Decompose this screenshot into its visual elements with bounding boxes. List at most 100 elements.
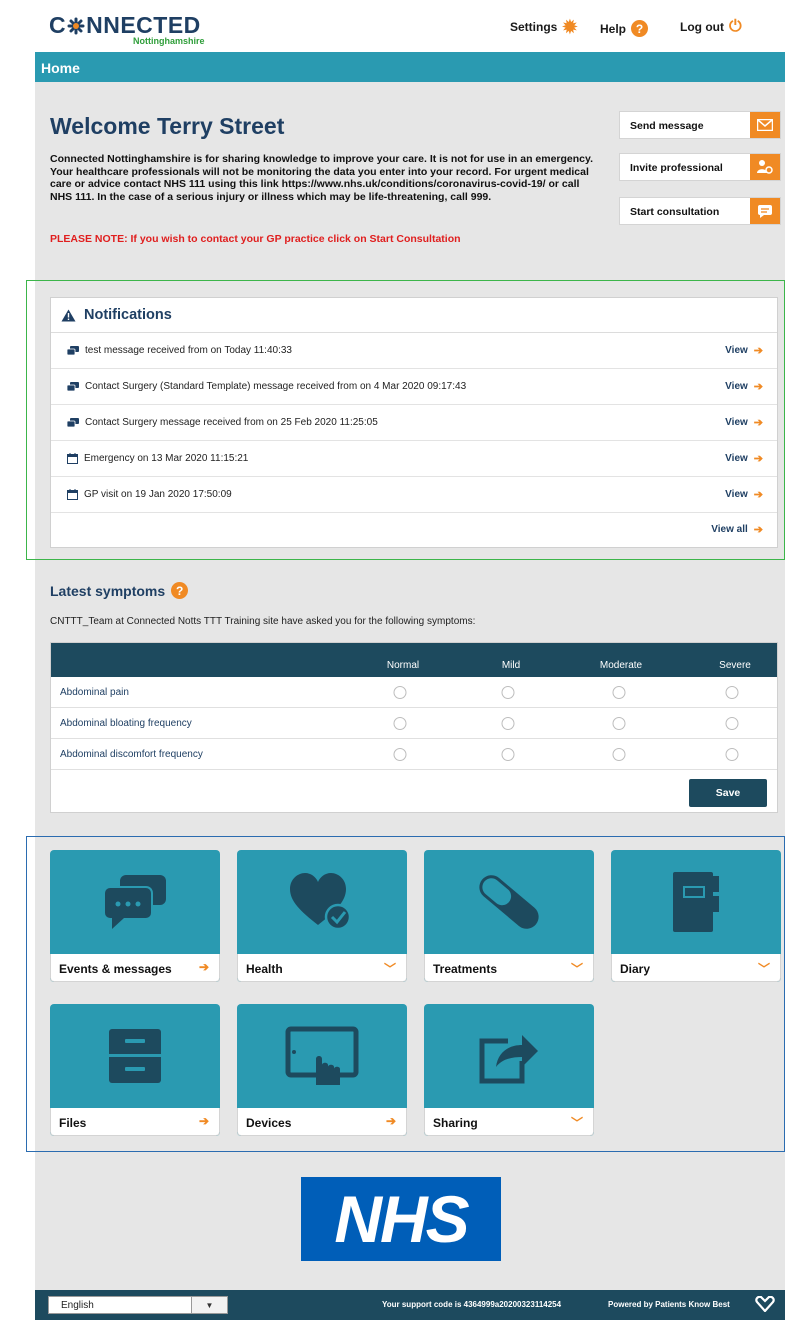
view-label: View bbox=[725, 417, 748, 428]
tile-treatments[interactable]: Treatments ﹀ bbox=[424, 850, 594, 982]
symptom-row: Abdominal discomfort frequency bbox=[51, 739, 777, 770]
column-normal: Normal bbox=[386, 660, 420, 671]
view-link[interactable]: View ➔ bbox=[725, 380, 763, 393]
view-link[interactable]: View ➔ bbox=[725, 452, 763, 465]
logo-star-icon bbox=[67, 17, 85, 35]
send-message-label: Send message bbox=[630, 120, 704, 132]
send-message-button[interactable]: Send message bbox=[619, 111, 781, 139]
file-cabinet-icon bbox=[50, 1004, 220, 1108]
notification-row: Contact Surgery message received from on… bbox=[51, 405, 777, 441]
arrow-right-icon: ➔ bbox=[753, 345, 763, 357]
help-icon: ? bbox=[631, 20, 649, 37]
logo-wordmark: C NNECTED bbox=[49, 12, 205, 38]
nhs-logo-text: NHS bbox=[334, 1182, 469, 1256]
share-icon bbox=[424, 1004, 594, 1108]
view-link[interactable]: View ➔ bbox=[725, 488, 763, 501]
radio-moderate[interactable] bbox=[612, 748, 626, 761]
radio-mild[interactable] bbox=[501, 686, 515, 699]
radio-mild[interactable] bbox=[501, 748, 515, 761]
tile-bar: Diary ﹀ bbox=[611, 954, 781, 982]
nav-bar: Home bbox=[35, 52, 785, 82]
consultation-chat-icon bbox=[750, 198, 780, 224]
settings-link[interactable]: Settings ✹ bbox=[510, 17, 578, 37]
notification-row: GP visit on 19 Jan 2020 17:50:09 View ➔ bbox=[51, 477, 777, 513]
notifications-panel: Notifications test message received from… bbox=[50, 297, 778, 548]
support-code: Your support code is 4364999a20200323114… bbox=[382, 1300, 562, 1309]
tile-sharing[interactable]: Sharing ﹀ bbox=[424, 1004, 594, 1136]
view-all-link[interactable]: View all ➔ bbox=[711, 523, 763, 536]
tile-bar: Treatments ﹀ bbox=[424, 954, 594, 982]
save-button[interactable]: Save bbox=[689, 779, 767, 807]
powered-by[interactable]: Powered by Patients Know Best bbox=[608, 1300, 730, 1309]
notifications-title: Notifications bbox=[84, 307, 172, 323]
column-moderate: Moderate bbox=[599, 660, 643, 671]
radio-normal[interactable] bbox=[393, 686, 407, 699]
view-label: View bbox=[725, 489, 748, 500]
view-label: View bbox=[725, 345, 748, 356]
radio-normal[interactable] bbox=[393, 748, 407, 761]
footer: English ▼ Your support code is 4364999a2… bbox=[35, 1290, 785, 1320]
tile-label: Diary bbox=[620, 962, 651, 976]
power-icon: ⏻ bbox=[728, 18, 742, 35]
help-link[interactable]: Help ? bbox=[600, 20, 649, 37]
symptoms-title: Latest symptoms ? bbox=[50, 582, 189, 599]
start-consultation-label: Start consultation bbox=[630, 206, 720, 218]
symptom-name: Abdominal bloating frequency bbox=[60, 718, 192, 729]
notification-row: Contact Surgery (Standard Template) mess… bbox=[51, 369, 777, 405]
tile-health[interactable]: Health ﹀ bbox=[237, 850, 407, 982]
tile-diary[interactable]: Diary ﹀ bbox=[611, 850, 781, 982]
language-select[interactable]: English ▼ bbox=[48, 1296, 228, 1314]
notification-text: Contact Surgery message received from on… bbox=[85, 417, 378, 428]
nav-title: Home bbox=[41, 60, 80, 76]
radio-severe[interactable] bbox=[725, 748, 739, 761]
help-icon[interactable]: ? bbox=[171, 582, 189, 599]
connected-logo[interactable]: C NNECTED Nottinghamshire bbox=[49, 12, 205, 47]
symptoms-table-header: Normal Mild Moderate Severe bbox=[51, 643, 777, 677]
radio-severe[interactable] bbox=[725, 717, 739, 730]
settings-label: Settings bbox=[510, 20, 558, 34]
language-value: English bbox=[61, 1299, 94, 1311]
dropdown-arrow-icon[interactable]: ▼ bbox=[191, 1297, 227, 1313]
invite-professional-label: Invite professional bbox=[630, 162, 723, 174]
symptom-name: Abdominal discomfort frequency bbox=[60, 749, 203, 760]
logout-link[interactable]: Log out ⏻ bbox=[680, 18, 742, 35]
column-severe: Severe bbox=[719, 660, 751, 671]
chevron-down-icon: ﹀ bbox=[570, 1116, 583, 1130]
heart-check-icon bbox=[237, 850, 407, 954]
view-link[interactable]: View ➔ bbox=[725, 344, 763, 357]
radio-mild[interactable] bbox=[501, 717, 515, 730]
radio-moderate[interactable] bbox=[612, 717, 626, 730]
arrow-right-icon: ➔ bbox=[753, 453, 763, 465]
tile-devices[interactable]: Devices ➔ bbox=[237, 1004, 407, 1136]
notification-text: test message received from on Today 11:4… bbox=[85, 345, 292, 356]
symptom-name: Abdominal pain bbox=[60, 687, 129, 698]
chevron-down-icon: ﹀ bbox=[570, 962, 583, 976]
message-icon bbox=[67, 381, 79, 391]
view-link[interactable]: View ➔ bbox=[725, 416, 763, 429]
start-consultation-button[interactable]: Start consultation bbox=[619, 197, 781, 225]
invite-user-icon bbox=[750, 154, 780, 180]
tile-files[interactable]: Files ➔ bbox=[50, 1004, 220, 1136]
notebook-icon bbox=[611, 850, 781, 954]
notification-text: Contact Surgery (Standard Template) mess… bbox=[85, 381, 467, 392]
radio-moderate[interactable] bbox=[612, 686, 626, 699]
chevron-down-icon: ﹀ bbox=[383, 962, 396, 976]
view-all-row: View all ➔ bbox=[51, 513, 777, 545]
logo-text: NNECTED bbox=[86, 12, 201, 38]
invite-professional-button[interactable]: Invite professional bbox=[619, 153, 781, 181]
notification-text: Emergency on 13 Mar 2020 11:15:21 bbox=[84, 453, 249, 464]
logo-subtitle: Nottinghamshire bbox=[133, 36, 205, 46]
tile-bar: Sharing ﹀ bbox=[424, 1108, 594, 1136]
radio-severe[interactable] bbox=[725, 686, 739, 699]
radio-normal[interactable] bbox=[393, 717, 407, 730]
help-label: Help bbox=[600, 21, 627, 36]
tile-events-messages[interactable]: Events & messages ➔ bbox=[50, 850, 220, 982]
view-label: View bbox=[725, 381, 748, 392]
gear-icon: ✹ bbox=[562, 17, 578, 37]
logout-label: Log out bbox=[680, 20, 724, 34]
view-all-label: View all bbox=[711, 523, 748, 535]
patients-know-best-icon bbox=[755, 1296, 775, 1312]
envelope-icon bbox=[750, 112, 780, 138]
symptom-row: Abdominal pain bbox=[51, 677, 777, 708]
tablet-touch-icon bbox=[237, 1004, 407, 1108]
